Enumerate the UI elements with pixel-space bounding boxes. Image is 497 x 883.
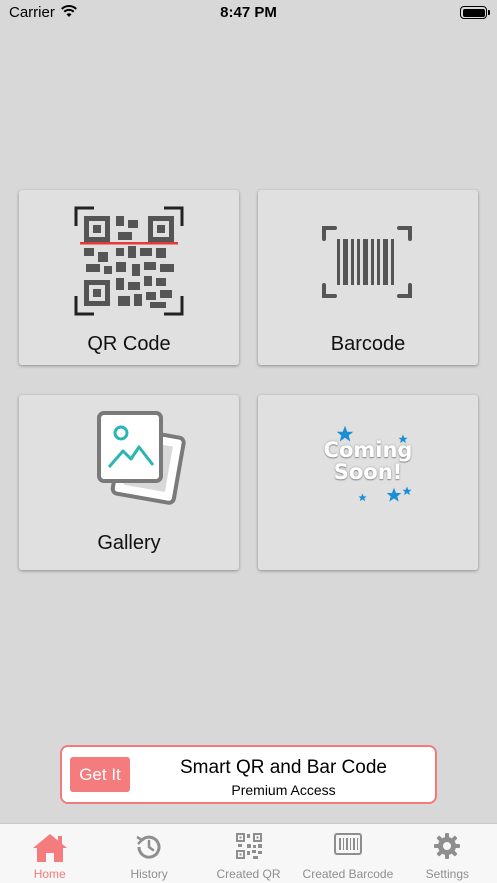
tab-settings-label: Settings xyxy=(425,867,469,881)
barcode-scan-icon xyxy=(321,225,413,304)
gear-icon xyxy=(434,833,461,859)
status-bar: Carrier 8:47 PM xyxy=(0,0,497,28)
banner-title: Smart QR and Bar Code xyxy=(180,757,387,778)
qr-code-tile[interactable]: QR Code xyxy=(19,190,239,365)
tab-created-qr[interactable]: Created QR xyxy=(199,824,298,883)
battery-icon xyxy=(460,6,490,19)
star-icon xyxy=(386,487,402,508)
star-icon xyxy=(358,489,367,507)
gallery-label: Gallery xyxy=(97,532,161,554)
clock-time: 8:47 PM xyxy=(220,4,277,21)
tab-home[interactable]: Home xyxy=(0,824,99,883)
barcode-icon xyxy=(333,833,362,855)
gallery-tile[interactable]: Gallery xyxy=(19,395,239,570)
home-icon xyxy=(32,834,67,862)
premium-banner[interactable]: Get It Smart QR and Bar Code Premium Acc… xyxy=(60,745,437,804)
coming-soon-line2: Soon! xyxy=(333,460,403,484)
qr-code-label: QR Code xyxy=(87,333,171,355)
tab-home-label: Home xyxy=(33,867,66,881)
tab-bar: Home History Created QR Created Barcode … xyxy=(0,823,497,883)
tab-created-barcode-label: Created Barcode xyxy=(302,867,394,881)
star-icon xyxy=(402,483,412,501)
qr-icon xyxy=(235,833,262,859)
barcode-label: Barcode xyxy=(330,333,406,355)
get-it-button[interactable]: Get It xyxy=(70,757,130,792)
tab-history-label: History xyxy=(130,867,168,881)
clock-icon xyxy=(136,835,161,859)
tab-settings[interactable]: Settings xyxy=(398,824,497,883)
banner-subtitle: Premium Access xyxy=(231,782,336,798)
coming-soon-line1: Coming xyxy=(323,438,413,462)
barcode-tile[interactable]: Barcode xyxy=(258,190,478,365)
coming-soon-text: Coming Soon! xyxy=(258,439,478,483)
tab-history[interactable]: History xyxy=(99,824,198,883)
qr-scan-icon xyxy=(74,206,184,321)
coming-soon-tile: Coming Soon! xyxy=(258,395,478,570)
tab-created-barcode[interactable]: Created Barcode xyxy=(298,824,397,883)
tab-created-qr-label: Created QR xyxy=(216,867,281,881)
gallery-photo-icon xyxy=(95,409,187,510)
